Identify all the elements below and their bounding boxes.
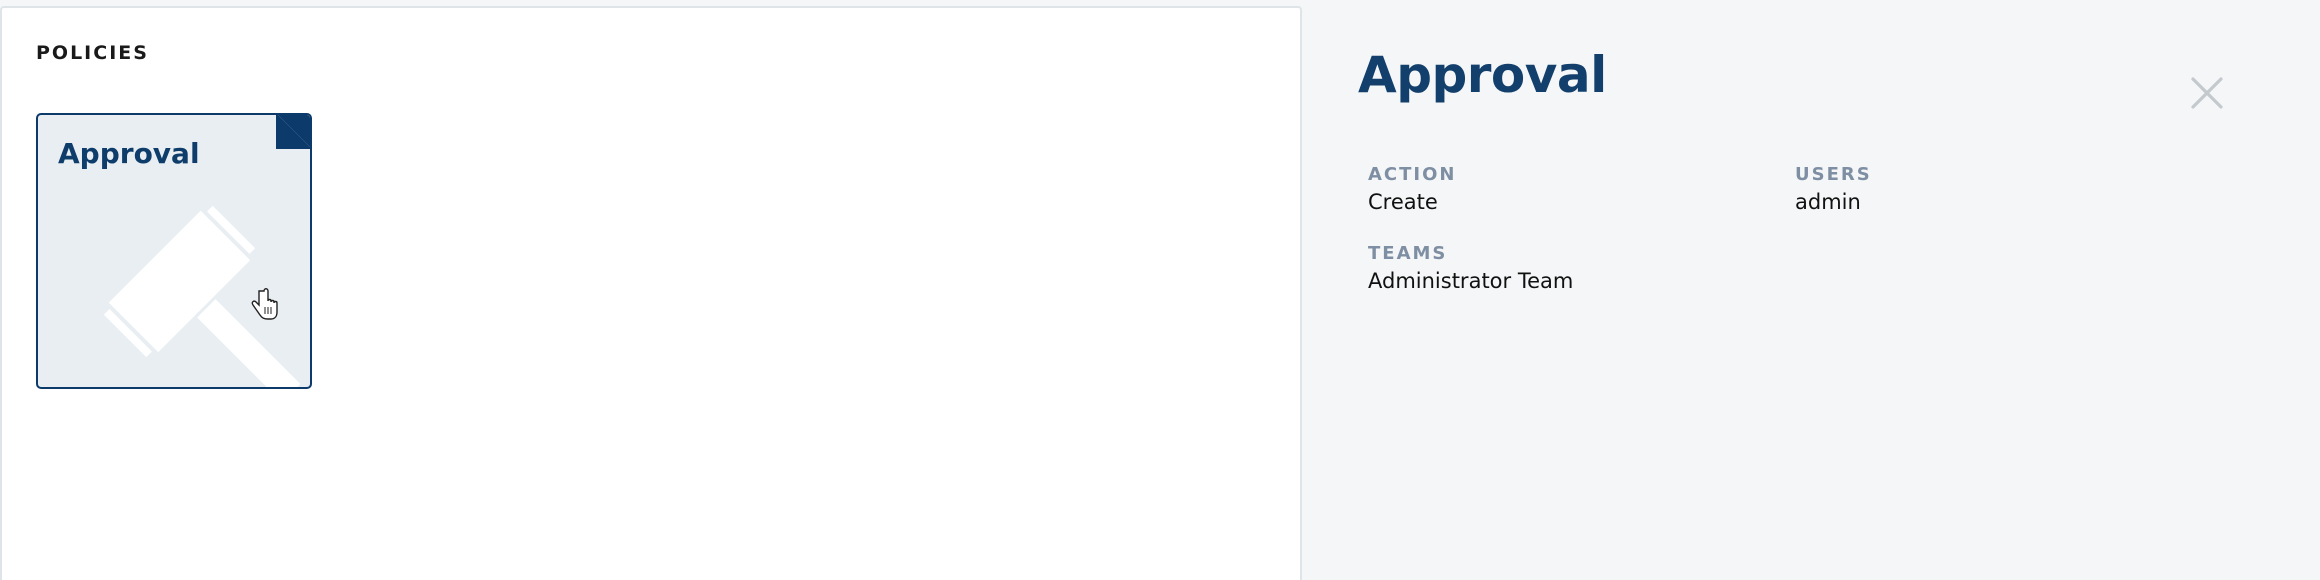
app-root: POLICIES Approval Approval ACTION Create… [0, 0, 2320, 580]
policy-card-title: Approval [58, 137, 200, 170]
policy-card-approval[interactable]: Approval [36, 113, 312, 389]
teams-value: Administrator Team [1368, 269, 1574, 293]
hand-cursor-icon [251, 288, 278, 320]
close-icon[interactable] [2190, 76, 2224, 110]
action-value: Create [1368, 190, 1438, 214]
policies-panel: POLICIES Approval [0, 6, 1302, 580]
section-title: POLICIES [36, 42, 149, 64]
detail-title: Approval [1358, 46, 1607, 104]
users-label: USERS [1795, 164, 1872, 185]
action-label: ACTION [1368, 164, 1457, 185]
users-value: admin [1795, 190, 1861, 214]
policy-detail-panel: Approval ACTION Create USERS admin TEAMS… [1304, 0, 2320, 580]
card-corner-fold-icon [276, 115, 310, 149]
teams-label: TEAMS [1368, 243, 1448, 264]
